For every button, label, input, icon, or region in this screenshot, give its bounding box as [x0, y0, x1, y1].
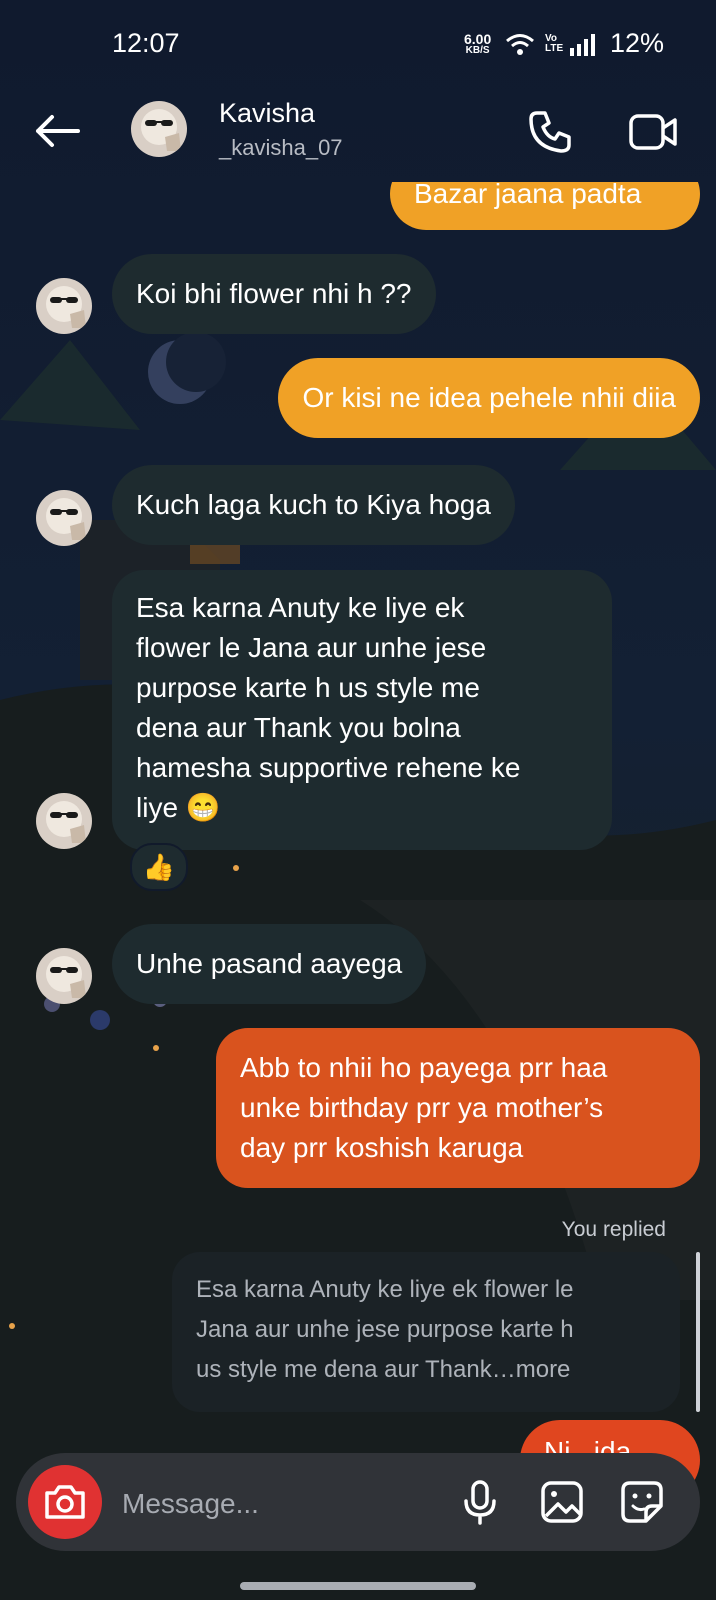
- outgoing-message[interactable]: Abb to nhii ho payega prr haa unke birth…: [216, 1028, 700, 1188]
- voice-message-button[interactable]: [454, 1476, 506, 1528]
- sender-avatar[interactable]: [36, 948, 92, 1004]
- quote-line: Esa karna Anuty ke liye ek flower le: [196, 1276, 574, 1303]
- back-arrow-icon: [36, 115, 80, 147]
- video-call-button[interactable]: [624, 106, 684, 158]
- quote-line: us style me dena aur Thank…more: [196, 1356, 571, 1383]
- thumbs-up-icon: 👍: [142, 851, 176, 882]
- message-input[interactable]: [120, 1478, 444, 1530]
- incoming-message[interactable]: Unhe pasand aayega: [112, 924, 427, 1004]
- network-speed: 6.00 KB/S: [464, 32, 491, 56]
- sender-avatar[interactable]: [36, 278, 92, 334]
- message-clip-area: Bazar jaana padta: [0, 182, 716, 230]
- sender-avatar[interactable]: [36, 490, 92, 546]
- voice-call-button[interactable]: [524, 106, 576, 158]
- sticker-button[interactable]: [616, 1476, 668, 1528]
- you-replied-label: You replied: [561, 1218, 666, 1241]
- video-icon: [629, 114, 677, 150]
- message-line: purpose karte h us style me: [136, 672, 480, 703]
- message-line: day prr koshish karuga: [240, 1132, 524, 1163]
- camera-button[interactable]: [28, 1465, 102, 1539]
- signal-icon: [570, 34, 596, 56]
- status-time: 12:07: [112, 28, 180, 58]
- outgoing-message[interactable]: Or kisi ne idea pehele nhii diia: [278, 358, 700, 438]
- wifi-icon: [505, 32, 535, 58]
- home-indicator[interactable]: [240, 1582, 476, 1590]
- sender-avatar[interactable]: [36, 793, 92, 849]
- sticker-icon: [621, 1481, 663, 1523]
- reply-quote[interactable]: Esa karna Anuty ke liye ek flower le Jan…: [172, 1252, 680, 1412]
- contact-name[interactable]: Kavisha: [219, 98, 315, 129]
- gallery-icon: [541, 1481, 583, 1523]
- gallery-button[interactable]: [536, 1476, 588, 1528]
- incoming-message[interactable]: Kuch laga kuch to Kiya hoga: [112, 465, 515, 545]
- message-line: hamesha supportive rehene ke: [136, 752, 521, 783]
- back-button[interactable]: [28, 108, 84, 154]
- microphone-icon: [464, 1480, 496, 1525]
- camera-icon: [45, 1485, 85, 1519]
- battery-level: 12%: [610, 28, 665, 58]
- message-line: dena aur Thank you bolna: [136, 712, 461, 743]
- contact-avatar[interactable]: [131, 101, 187, 157]
- message-line: liye 😁: [136, 792, 221, 823]
- message-line: flower le Jana aur unhe jese: [136, 632, 487, 663]
- message-line: unke birthday prr ya mother’s: [240, 1092, 604, 1123]
- network-speed-unit: KB/S: [465, 45, 490, 56]
- phone-icon: [529, 111, 571, 153]
- quote-line: Jana aur unhe jese purpose karte h: [196, 1316, 574, 1343]
- message-line: Esa karna Anuty ke liye ek: [136, 592, 465, 623]
- incoming-message[interactable]: Koi bhi flower nhi h ??: [112, 254, 436, 334]
- incoming-message[interactable]: Esa karna Anuty ke liye ek flower le Jan…: [112, 570, 612, 850]
- reply-indicator-bar: [696, 1252, 700, 1412]
- volte-badge: Vo LTE: [545, 33, 564, 54]
- contact-handle[interactable]: _kavisha_07: [219, 135, 343, 161]
- reaction-badge[interactable]: 👍: [130, 843, 188, 891]
- message-line: Abb to nhii ho payega prr haa: [240, 1052, 608, 1083]
- outgoing-message[interactable]: Bazar jaana padta: [390, 182, 700, 230]
